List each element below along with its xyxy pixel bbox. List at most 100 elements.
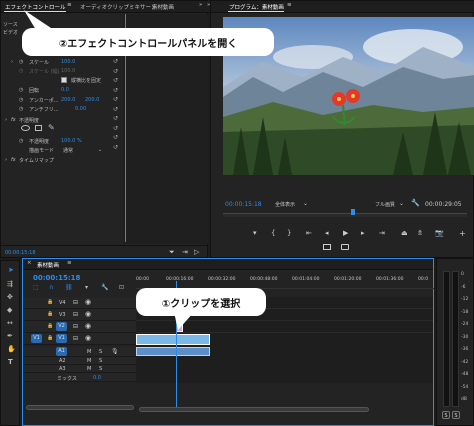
eye-icon[interactable]: ◉ (85, 310, 91, 318)
mute-button[interactable]: M (87, 366, 91, 372)
lock-icon[interactable]: 🔒 (47, 323, 53, 329)
lift-icon[interactable]: ⏏ (401, 229, 408, 237)
blend-mode-select[interactable]: 通常 (63, 147, 101, 154)
out-point-icon[interactable]: } (287, 229, 291, 237)
add-button-icon[interactable]: + (459, 229, 466, 238)
camera-icon[interactable]: 📷 (435, 229, 444, 237)
mic-icon[interactable]: 🎙 (111, 348, 119, 355)
time-remap-chevron-icon[interactable]: › (5, 157, 7, 163)
rectangle-mask-icon[interactable] (35, 125, 42, 131)
pen-tool-icon[interactable]: ✒ (7, 333, 13, 340)
uniform-scale-checkbox[interactable] (61, 77, 67, 83)
opacity-value[interactable]: 100.0 % (61, 138, 82, 144)
blend-mode-chevron-down-icon[interactable]: ⌄ (98, 147, 102, 153)
solo-button[interactable]: S (99, 358, 102, 364)
timeline-timecode[interactable]: 00:00:15:18 (33, 274, 80, 282)
track-label[interactable]: A3 (59, 366, 66, 372)
reset-icon[interactable]: ↺ (113, 106, 118, 113)
reset-icon[interactable]: ↺ (113, 115, 118, 122)
export-icon[interactable]: ⇥ (182, 248, 188, 256)
razor-tool-icon[interactable]: ◆ (7, 307, 12, 314)
tab-audio-clip-mixer[interactable]: オーディオクリップミキサー： (80, 3, 157, 11)
lock-icon[interactable]: 🔒 (47, 311, 53, 317)
track-select-tool-icon[interactable]: ⇶ (7, 281, 13, 288)
solo-button[interactable]: S (99, 366, 102, 372)
sync-lock-icon[interactable]: ⊟ (73, 323, 78, 330)
sync-lock-icon[interactable]: ⊟ (73, 335, 78, 342)
reset-icon[interactable]: ↺ (113, 68, 118, 75)
scale-value[interactable]: 100.0 (61, 59, 75, 65)
settings-icon[interactable]: 🔧 (101, 284, 108, 291)
audio-clip[interactable] (136, 347, 210, 356)
mix-value[interactable]: 0.0 (93, 375, 101, 381)
fit-chevron-down-icon[interactable]: ⌄ (303, 200, 308, 207)
antiflicker-stopwatch-icon[interactable]: ◷ (19, 106, 23, 112)
compare-icon[interactable] (323, 244, 331, 250)
close-icon[interactable]: × (27, 260, 32, 266)
reset-icon[interactable]: ↺ (113, 125, 118, 132)
solo-button[interactable]: S (99, 349, 102, 355)
ripple-edit-tool-icon[interactable]: ✥ (7, 294, 13, 301)
reset-icon[interactable]: ↺ (113, 144, 118, 151)
reset-icon[interactable]: ↺ (113, 87, 118, 94)
linked-selection-icon[interactable]: ⛓ (65, 284, 73, 291)
add-marker-icon[interactable]: ▾ (85, 284, 88, 291)
antiflicker-value[interactable]: 0.00 (75, 106, 86, 112)
quality-chevron-down-icon[interactable]: ⌄ (399, 200, 404, 207)
tab-expand-icon[interactable]: » (207, 2, 210, 8)
snap-icon[interactable]: ∩ (49, 284, 53, 291)
marker-icon[interactable]: ▾ (253, 229, 257, 237)
captions-icon[interactable]: ⊡ (119, 284, 124, 291)
type-tool-icon[interactable]: T (8, 359, 13, 366)
in-point-icon[interactable]: { (271, 229, 275, 237)
stopwatch-icon[interactable]: ◷ (19, 59, 23, 65)
program-menu-icon[interactable]: ≡ (287, 2, 292, 8)
nest-icon[interactable]: ⬚ (33, 284, 39, 291)
track-target-button[interactable]: V2 (56, 322, 67, 331)
reset-icon[interactable]: ↺ (113, 77, 118, 84)
quality-select[interactable]: フル画質 (375, 201, 395, 208)
meter-solo-left-button[interactable]: S (442, 411, 450, 419)
anchor-y-value[interactable]: 200.0 (85, 97, 99, 103)
eye-icon[interactable]: ◉ (85, 322, 91, 330)
timeline-menu-icon[interactable]: ≡ (67, 260, 72, 266)
extract-icon[interactable]: ⇯ (417, 229, 423, 237)
tab-menu-icon[interactable]: ≡ (67, 2, 72, 8)
anchor-x-value[interactable]: 200.0 (61, 97, 75, 103)
reset-icon[interactable]: ↺ (113, 134, 118, 141)
eye-icon[interactable]: ◉ (85, 334, 91, 342)
play-only-icon[interactable]: ▷ (194, 248, 199, 256)
lock-icon[interactable]: 🔒 (47, 335, 53, 341)
effect-timecode[interactable]: 00:00:15:18 (5, 250, 36, 256)
reset-icon[interactable]: ↺ (113, 96, 118, 103)
reset-icon[interactable]: ↺ (113, 58, 118, 65)
track-target-button[interactable]: V1 (56, 334, 67, 343)
track-target-button[interactable]: A1 (56, 347, 67, 356)
anchor-stopwatch-icon[interactable]: ◷ (19, 97, 23, 103)
hand-tool-icon[interactable]: ✋ (7, 346, 16, 353)
opacity-stopwatch-icon[interactable]: ◷ (19, 138, 23, 144)
go-to-out-icon[interactable]: ⇥ (379, 229, 385, 237)
filter-icon[interactable]: ⏷ (169, 248, 175, 257)
sync-lock-icon[interactable]: ⊟ (73, 311, 78, 318)
track-label[interactable]: V4 (59, 300, 66, 306)
lock-icon[interactable]: 🔒 (47, 299, 53, 305)
pen-mask-icon[interactable]: ✎ (48, 123, 55, 132)
wrench-icon[interactable]: 🔧 (411, 199, 420, 207)
vr-icon[interactable] (341, 244, 349, 250)
source-patch-button[interactable]: V1 (31, 334, 42, 343)
program-playhead[interactable] (351, 209, 355, 215)
tab-timeline-sequence[interactable]: 素材動画 (37, 261, 59, 269)
opacity-chevron-icon[interactable]: › (5, 117, 7, 123)
mute-button[interactable]: M (87, 349, 91, 355)
step-back-icon[interactable]: ◂ (325, 229, 329, 237)
slip-tool-icon[interactable]: ↔ (7, 320, 13, 327)
track-label[interactable]: A2 (59, 358, 66, 364)
ellipse-mask-icon[interactable] (21, 125, 30, 131)
selection-tool-icon[interactable]: ➤ (8, 267, 14, 274)
tab-overflow-icon[interactable]: » (199, 2, 202, 8)
tab-program[interactable]: プログラム：素材動画 (229, 3, 284, 11)
sync-lock-icon[interactable]: ⊟ (73, 299, 78, 306)
go-to-in-icon[interactable]: ⇤ (306, 229, 312, 237)
program-scrub-bar[interactable] (223, 213, 467, 217)
